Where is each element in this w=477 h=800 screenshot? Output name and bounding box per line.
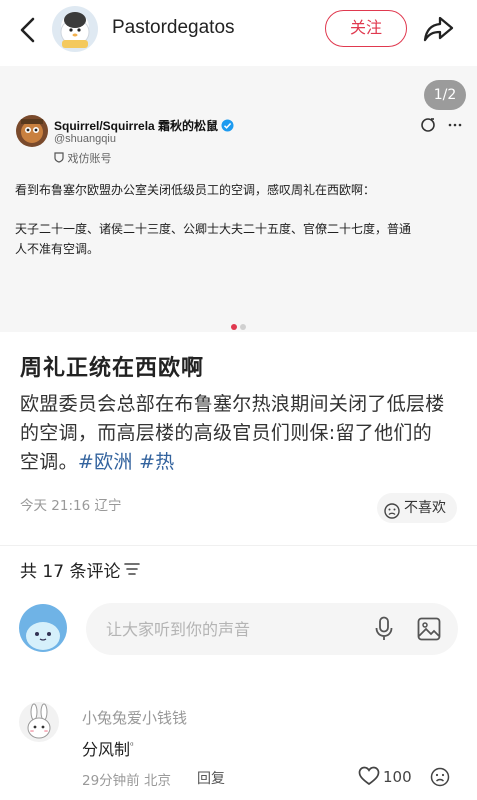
image-carousel[interactable] — [0, 66, 477, 332]
tweet-actions — [420, 116, 466, 134]
post-title: 周礼正统在西欧啊 — [20, 356, 205, 381]
sad-face-icon[interactable] — [430, 767, 450, 787]
post-body-text: 空调。 — [20, 451, 78, 473]
follow-button[interactable]: 关注 — [325, 10, 407, 47]
parody-account-tag-text: 戏仿账号 — [67, 152, 112, 165]
back-icon[interactable] — [14, 14, 44, 46]
parody-account-tag: 戏仿账号 — [54, 150, 112, 166]
reply-button[interactable]: 回复 — [197, 768, 225, 788]
comments-count: 共 17 条评论 — [20, 562, 121, 582]
tweet-text-line: 看到布鲁塞尔欧盟办公室关闭低级员工的空调，感叹周礼在西欧啊： — [15, 183, 376, 197]
tweet-handle: @shuangqiu — [54, 133, 116, 145]
carousel-dots — [229, 316, 249, 330]
tweet-author-name-text: Squirrel/Squirrela 霜秋的松鼠 — [54, 119, 219, 133]
image-icon[interactable] — [417, 617, 441, 641]
post-meta: 今天 21:16 辽宁 — [20, 498, 122, 514]
sort-icon[interactable] — [124, 561, 140, 577]
my-avatar[interactable] — [19, 604, 67, 652]
tweet-author-name: Squirrel/Squirrela 霜秋的松鼠 — [54, 117, 234, 134]
divider — [0, 545, 477, 546]
comment-time: 29分钟前 北京 — [82, 773, 171, 789]
hashtag-link[interactable]: #欧洲 — [78, 451, 133, 473]
comment-input[interactable] — [86, 603, 458, 655]
verified-icon — [221, 119, 234, 132]
post-body: 欧盟委员会总部在布鲁塞尔热浪期间关闭了低层楼 的空调，而高层楼的高级官员们则保:… — [20, 390, 465, 477]
hashtag-link[interactable]: #热 — [139, 451, 175, 473]
tweet-text-line: 天子二十一度、诸侯二十三度、公卿士大夫二十五度、官僚二十七度，普通 — [15, 222, 412, 236]
post-body-line: 欧盟委员会总部在布鲁塞尔热浪期间关闭了低层楼 — [20, 393, 445, 415]
like-count: 100 — [383, 768, 412, 786]
comment-text: 分风制ᵅ — [82, 736, 134, 760]
top-bar: Pastordegatos 关注 — [0, 0, 477, 60]
post-body-line: 空调。#欧洲 #热 — [20, 448, 465, 477]
parody-mask-icon — [54, 152, 64, 163]
dislike-label: 不喜欢 — [404, 500, 446, 516]
comment-text-content: 分风制 — [82, 740, 131, 759]
page-indicator: 1/2 — [424, 80, 466, 110]
dislike-button[interactable]: 不喜欢 — [377, 493, 457, 523]
author-avatar[interactable] — [52, 6, 98, 52]
sad-face-icon — [384, 500, 400, 519]
translate-icon[interactable]: ᵅ — [130, 742, 134, 752]
share-icon[interactable] — [422, 13, 456, 45]
commenter-avatar[interactable] — [19, 702, 59, 742]
tweet-avatar — [16, 115, 48, 147]
commenter-name[interactable]: 小兔兔爱小钱钱 — [82, 707, 187, 728]
tweet-text-line: 人不准有空调。 — [15, 242, 100, 256]
post-body-line: 的空调，而高层楼的高级官员们则保:留了他们的 — [20, 422, 433, 444]
author-name[interactable]: Pastordegatos — [112, 17, 235, 39]
microphone-icon[interactable] — [374, 616, 394, 642]
